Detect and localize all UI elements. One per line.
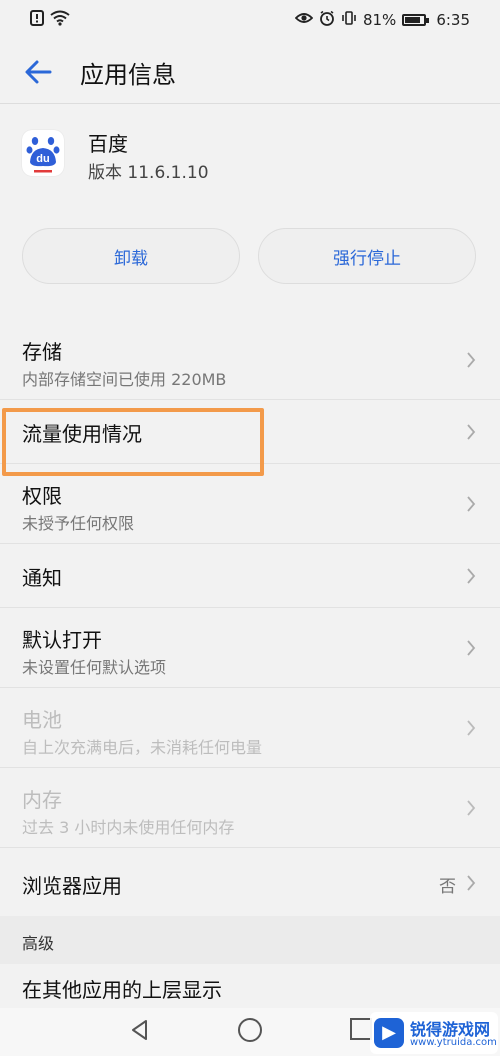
app-bar: 应用信息 xyxy=(0,40,500,104)
list-item-title: 存储 xyxy=(22,340,62,364)
battery-percent: 81% xyxy=(362,11,397,29)
chevron-right-icon xyxy=(467,567,476,584)
force-stop-button[interactable]: 强行停止 xyxy=(258,228,476,284)
app-icon-label: du xyxy=(36,153,49,165)
watermark-url: www.ytruida.com xyxy=(410,1037,497,1048)
list-item-subtitle: 内部存储空间已使用 220MB xyxy=(22,370,227,389)
eye-icon xyxy=(294,11,314,29)
list-item-title: 通知 xyxy=(22,566,62,590)
app-name: 百度 xyxy=(88,132,128,156)
list-item-subtitle: 过去 3 小时内未使用任何内存 xyxy=(22,818,235,837)
app-version: 版本 11.6.1.10 xyxy=(88,163,209,183)
list-item-browser-app[interactable]: 浏览器应用 否 xyxy=(0,848,500,918)
alarm-icon xyxy=(319,10,335,30)
nav-recents-icon[interactable] xyxy=(350,1018,372,1040)
chevron-right-icon xyxy=(467,423,476,440)
list-item-memory: 内存 过去 3 小时内未使用任何内存 xyxy=(0,768,500,848)
chevron-right-icon xyxy=(467,875,476,891)
battery-icon xyxy=(402,14,430,26)
list-item-title: 权限 xyxy=(22,484,62,508)
watermark-logo-icon: ▶ xyxy=(374,1018,404,1048)
watermark: ▶ 锐得游戏网 www.ytruida.com xyxy=(370,1012,498,1054)
list-item-subtitle: 未授予任何权限 xyxy=(22,514,135,533)
vibrate-icon xyxy=(341,10,357,30)
list-item-subtitle: 自上次充满电后，未消耗任何电量 xyxy=(22,738,263,757)
chevron-right-icon xyxy=(467,495,476,512)
section-header: 高级 xyxy=(0,916,500,964)
list-item-title: 默认打开 xyxy=(22,628,102,652)
wifi-icon xyxy=(50,10,70,32)
list-item-title: 电池 xyxy=(22,708,62,732)
battery-level xyxy=(405,17,421,23)
highlight-box xyxy=(2,408,264,476)
back-arrow-icon xyxy=(25,60,52,84)
chevron-right-icon xyxy=(467,799,476,816)
app-icon: du xyxy=(22,130,64,176)
status-bar-left xyxy=(30,10,70,32)
list-item-title: 浏览器应用 xyxy=(22,874,122,898)
alert-icon xyxy=(30,10,44,32)
page-title: 应用信息 xyxy=(80,61,176,89)
list-item-open-by-default[interactable]: 默认打开 未设置任何默认选项 xyxy=(0,608,500,688)
list-item-storage[interactable]: 存储 内部存储空间已使用 220MB xyxy=(0,320,500,400)
chevron-right-icon xyxy=(467,351,476,368)
status-time: 6:35 xyxy=(436,11,470,29)
list-item-subtitle: 未设置任何默认选项 xyxy=(22,658,167,677)
header-divider xyxy=(0,103,500,104)
chevron-right-icon xyxy=(467,719,476,736)
list-item-permissions[interactable]: 权限 未授予任何权限 xyxy=(0,464,500,544)
list-item-title: 内存 xyxy=(22,788,62,812)
nav-home-icon[interactable] xyxy=(238,1018,262,1042)
list-item-value: 否 xyxy=(439,877,456,897)
baidu-paw-icon: du xyxy=(26,137,60,173)
chevron-right-icon xyxy=(467,639,476,656)
list-item-notifications[interactable]: 通知 xyxy=(0,544,500,608)
section-label: 高级 xyxy=(22,934,55,953)
nav-back-icon[interactable] xyxy=(128,1018,152,1042)
list-item-battery: 电池 自上次充满电后，未消耗任何电量 xyxy=(0,688,500,768)
status-bar-right: 81% 6:35 xyxy=(294,10,470,30)
list-item-title: 在其他应用的上层显示 xyxy=(22,978,222,1002)
back-button[interactable] xyxy=(20,54,56,90)
status-bar: 81% 6:35 xyxy=(0,0,500,40)
uninstall-button[interactable]: 卸载 xyxy=(22,228,240,284)
